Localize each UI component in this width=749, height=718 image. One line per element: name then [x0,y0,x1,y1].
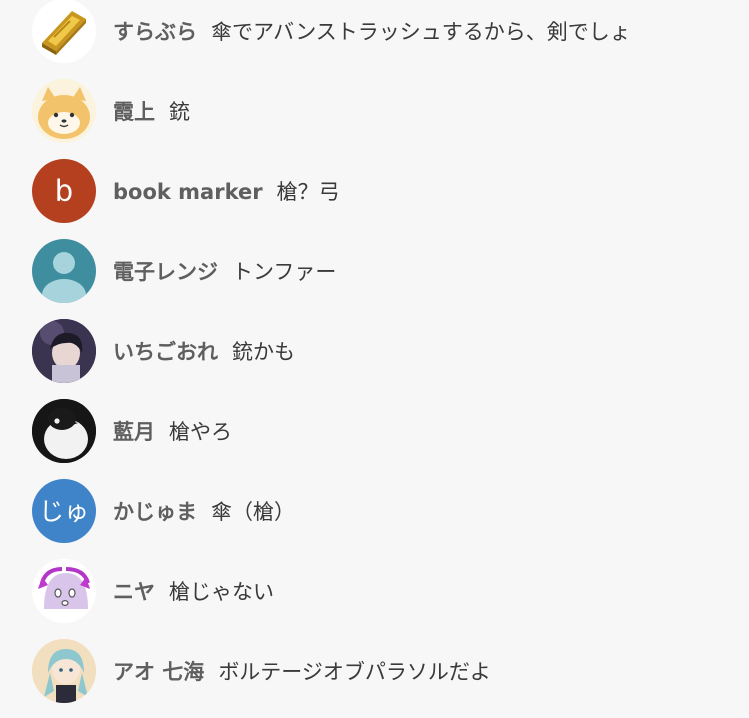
comment-message: トンファー [232,260,337,284]
comment-item: いちごおれ 銃かも [0,311,749,391]
gold-bar-icon[interactable] [32,0,96,63]
anime-girl-icon[interactable] [32,639,96,703]
commenter-name[interactable]: すらぶら [113,20,197,44]
comment-item: すらぶら 傘でアバンストラッシュするから、剣でしょ [0,0,749,71]
comment-line: ニヤ 槍じゃない [113,576,274,606]
comment-message: 槍やろ [169,420,232,444]
comment-message: 銃 [169,100,190,124]
comment-line: 電子レンジ トンファー [113,256,336,286]
comment-item: 霞上銃 [0,71,749,151]
comment-item: じゅ かじゅま 傘（槍） [0,471,749,551]
commenter-name[interactable]: 藍月 [113,420,155,444]
comment-line: すらぶら 傘でアバンストラッシュするから、剣でしょ [113,16,631,46]
comment-line: 藍月 槍やろ [113,416,232,446]
default-person-icon[interactable] [32,239,96,303]
penguin-plush-icon[interactable] [32,399,96,463]
comment-line: かじゅま 傘（槍） [113,496,295,526]
comment-line: いちごおれ 銃かも [113,336,295,366]
avatar-letter: b [54,173,74,208]
comment-message: 傘（槍） [211,500,295,524]
comment-message: ボルテージオブパラソルだよ [218,660,491,684]
comment-item: ニヤ 槍じゃない [0,551,749,631]
commenter-name[interactable]: 電子レンジ [113,260,218,284]
comment-message: 銃かも [232,340,295,364]
commenter-name[interactable]: アオ 七海 [113,660,204,684]
comment-message: 槍？弓 [276,180,340,204]
commenter-name[interactable]: かじゅま [113,500,197,524]
commenter-name[interactable]: ニヤ [113,580,155,604]
comment-list: すらぶら 傘でアバンストラッシュするから、剣でしょ 霞上銃 b book mar… [0,0,749,718]
comment-item: アオ 七海 ボルテージオブパラソルだよ [0,631,749,711]
avatar-letter: じゅ [38,496,89,526]
anime-boy-icon[interactable] [32,319,96,383]
commenter-name[interactable]: 霞上 [113,100,155,124]
comment-item: b book marker 槍？弓 [0,151,749,231]
comment-line: 霞上銃 [113,96,190,126]
comment-item: 藍月 槍やろ [0,391,749,471]
commenter-name[interactable]: book marker [113,180,263,204]
letter-avatar[interactable]: じゅ [32,479,96,543]
comment-line: book marker 槍？弓 [113,176,340,206]
comment-line: アオ 七海 ボルテージオブパラソルだよ [113,656,491,686]
comment-message: 傘でアバンストラッシュするから、剣でしょ [211,20,631,44]
comment-message: 槍じゃない [169,580,274,604]
commenter-name[interactable]: いちごおれ [113,340,218,364]
comment-item: 電子レンジ トンファー [0,231,749,311]
purple-ghost-icon[interactable] [32,559,96,623]
letter-avatar[interactable]: b [32,159,96,223]
shiba-dog-icon[interactable] [32,79,96,143]
